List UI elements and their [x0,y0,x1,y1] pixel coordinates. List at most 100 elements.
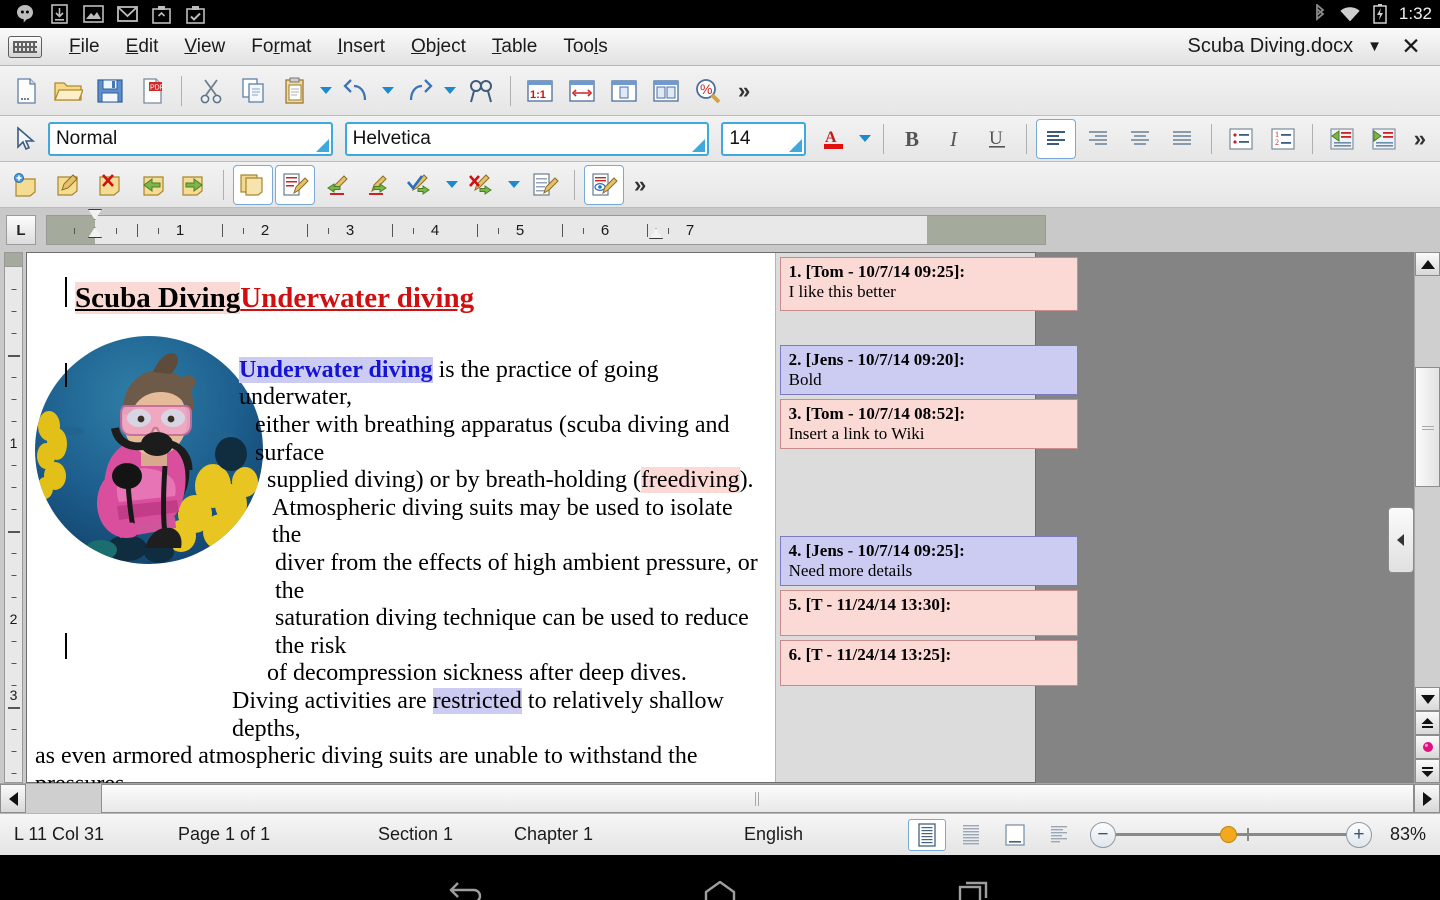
export-pdf-icon[interactable]: PDF [132,71,172,111]
next-page-button[interactable] [1415,759,1440,783]
select-cursor-icon[interactable] [6,119,46,159]
keyboard-toggle-button[interactable] [8,36,42,58]
paste-options-chevron-down-icon[interactable] [317,71,335,111]
zoom-slider-track[interactable] [1116,833,1346,836]
font-color-icon[interactable]: A [814,119,854,159]
scroll-down-button[interactable] [1415,687,1440,711]
justify-button[interactable] [1162,119,1202,159]
comment-6[interactable]: 6. [T - 11/24/14 13:25]: [780,640,1078,686]
menu-file[interactable]: FFileile [56,33,113,61]
horizontal-scrollbar-thumb[interactable] [101,784,1414,813]
scrollbar-thumb[interactable] [1415,367,1440,487]
hscroll-track-left[interactable] [26,784,101,813]
horizontal-ruler[interactable]: 1 2 3 4 5 6 7 [46,215,1046,245]
standard-toolbar-overflow[interactable]: » [730,78,758,104]
multi-page-view-button[interactable] [952,819,990,851]
formatting-toolbar-overflow[interactable]: » [1406,126,1434,152]
align-left-button[interactable] [1036,119,1076,159]
previous-page-button[interactable] [1415,711,1440,735]
home-icon[interactable] [698,874,742,900]
save-icon[interactable] [90,71,130,111]
bold-button[interactable]: B [893,119,933,159]
cut-icon[interactable] [191,71,231,111]
delete-comment-icon[interactable] [90,165,130,205]
size-dropdown-triangle-icon[interactable] [789,139,802,152]
zoom-percent[interactable]: 83% [1384,824,1440,845]
web-view-icon[interactable] [562,71,602,111]
menu-edit[interactable]: Edit [113,33,172,61]
document-title-heading[interactable]: Scuba DivingUnderwater diving [75,283,766,315]
comment-3[interactable]: 3. [Tom - 10/7/14 08:52]: Insert a link … [780,399,1078,449]
zoom-out-button[interactable]: − [1090,822,1116,848]
numbered-list-button[interactable]: 12 [1263,119,1303,159]
menu-object[interactable]: Object [398,33,479,61]
scroll-right-button[interactable] [1414,784,1440,813]
vertical-ruler[interactable]: 1 2 3 [0,252,26,783]
comment-5[interactable]: 5. [T - 11/24/14 13:30]: [780,590,1078,636]
next-comment-icon[interactable] [174,165,214,205]
document-text-column[interactable]: Scuba DivingUnderwater diving [27,253,766,782]
previous-change-icon[interactable] [317,165,357,205]
underline-button[interactable]: U [977,119,1017,159]
menu-format[interactable]: Format [238,33,324,61]
comments-sidebar[interactable]: 1. [Tom - 10/7/14 09:25]: I like this be… [775,253,1035,782]
manage-changes-icon[interactable] [525,165,565,205]
document-body[interactable]: Underwater diving is the practice of goi… [27,357,766,783]
scroll-track-below[interactable] [1415,488,1440,687]
web-view-button[interactable] [1040,819,1078,851]
page-indicator[interactable]: Page 1 of 1 [170,824,370,845]
sidebar-collapse-button[interactable] [1388,507,1414,573]
undo-icon[interactable] [337,71,377,111]
show-comments-icon[interactable] [233,165,273,205]
record-track-changes-icon[interactable] [275,165,315,205]
font-name-combo[interactable]: Helvetica [345,122,710,156]
new-document-icon[interactable] [6,71,46,111]
book-view-button[interactable] [996,819,1034,851]
copy-icon[interactable] [233,71,273,111]
section-indicator[interactable]: Section 1 [370,824,506,845]
show-changes-icon[interactable] [584,165,624,205]
paste-icon[interactable] [275,71,315,111]
italic-button[interactable]: I [935,119,975,159]
align-center-button[interactable] [1120,119,1160,159]
align-right-button[interactable] [1078,119,1118,159]
redo-icon[interactable] [399,71,439,111]
zoom-slider[interactable]: − + [1090,822,1372,848]
single-page-view-button[interactable] [908,819,946,851]
review-toolbar-overflow[interactable]: » [626,172,654,198]
document-page[interactable]: Scuba DivingUnderwater diving [26,252,1036,783]
accept-change-chevron-down-icon[interactable] [443,165,461,205]
redo-history-chevron-down-icon[interactable] [441,71,459,111]
increase-indent-button[interactable] [1364,119,1404,159]
zoom-icon[interactable]: % [688,71,728,111]
font-size-combo[interactable]: 14 [721,122,806,156]
recent-apps-icon[interactable] [952,874,996,900]
scroll-track-above[interactable] [1415,276,1440,366]
document-canvas[interactable]: Scuba DivingUnderwater diving [26,252,1414,783]
zoom-in-button[interactable]: + [1346,822,1372,848]
menu-tools[interactable]: Tools [550,33,620,61]
previous-comment-icon[interactable] [132,165,172,205]
style-dropdown-triangle-icon[interactable] [316,139,329,152]
multi-page-view-icon[interactable] [646,71,686,111]
comment-1[interactable]: 1. [Tom - 10/7/14 09:25]: I like this be… [780,257,1078,311]
reject-change-icon[interactable] [463,165,503,205]
horizontal-scrollbar[interactable] [0,783,1440,813]
scroll-left-button[interactable] [0,784,26,813]
chevron-down-icon[interactable]: ▼ [1367,38,1382,55]
comment-4[interactable]: 4. [Jens - 10/7/14 09:25]: Need more det… [780,536,1078,586]
navigation-button[interactable] [1415,735,1440,759]
undo-history-chevron-down-icon[interactable] [379,71,397,111]
vertical-scrollbar[interactable] [1414,252,1440,783]
font-dropdown-triangle-icon[interactable] [692,139,705,152]
find-replace-icon[interactable] [461,71,501,111]
reject-change-chevron-down-icon[interactable] [505,165,523,205]
language-indicator[interactable]: English [736,824,811,845]
back-icon[interactable] [444,874,488,900]
zoom-100-icon[interactable]: 1:1 [520,71,560,111]
open-document-icon[interactable] [48,71,88,111]
close-icon[interactable]: ✕ [1396,33,1426,60]
insert-comment-icon[interactable] [6,165,46,205]
paragraph-style-combo[interactable]: Normal [48,122,333,156]
cursor-position[interactable]: L 11 Col 31 [0,824,170,845]
